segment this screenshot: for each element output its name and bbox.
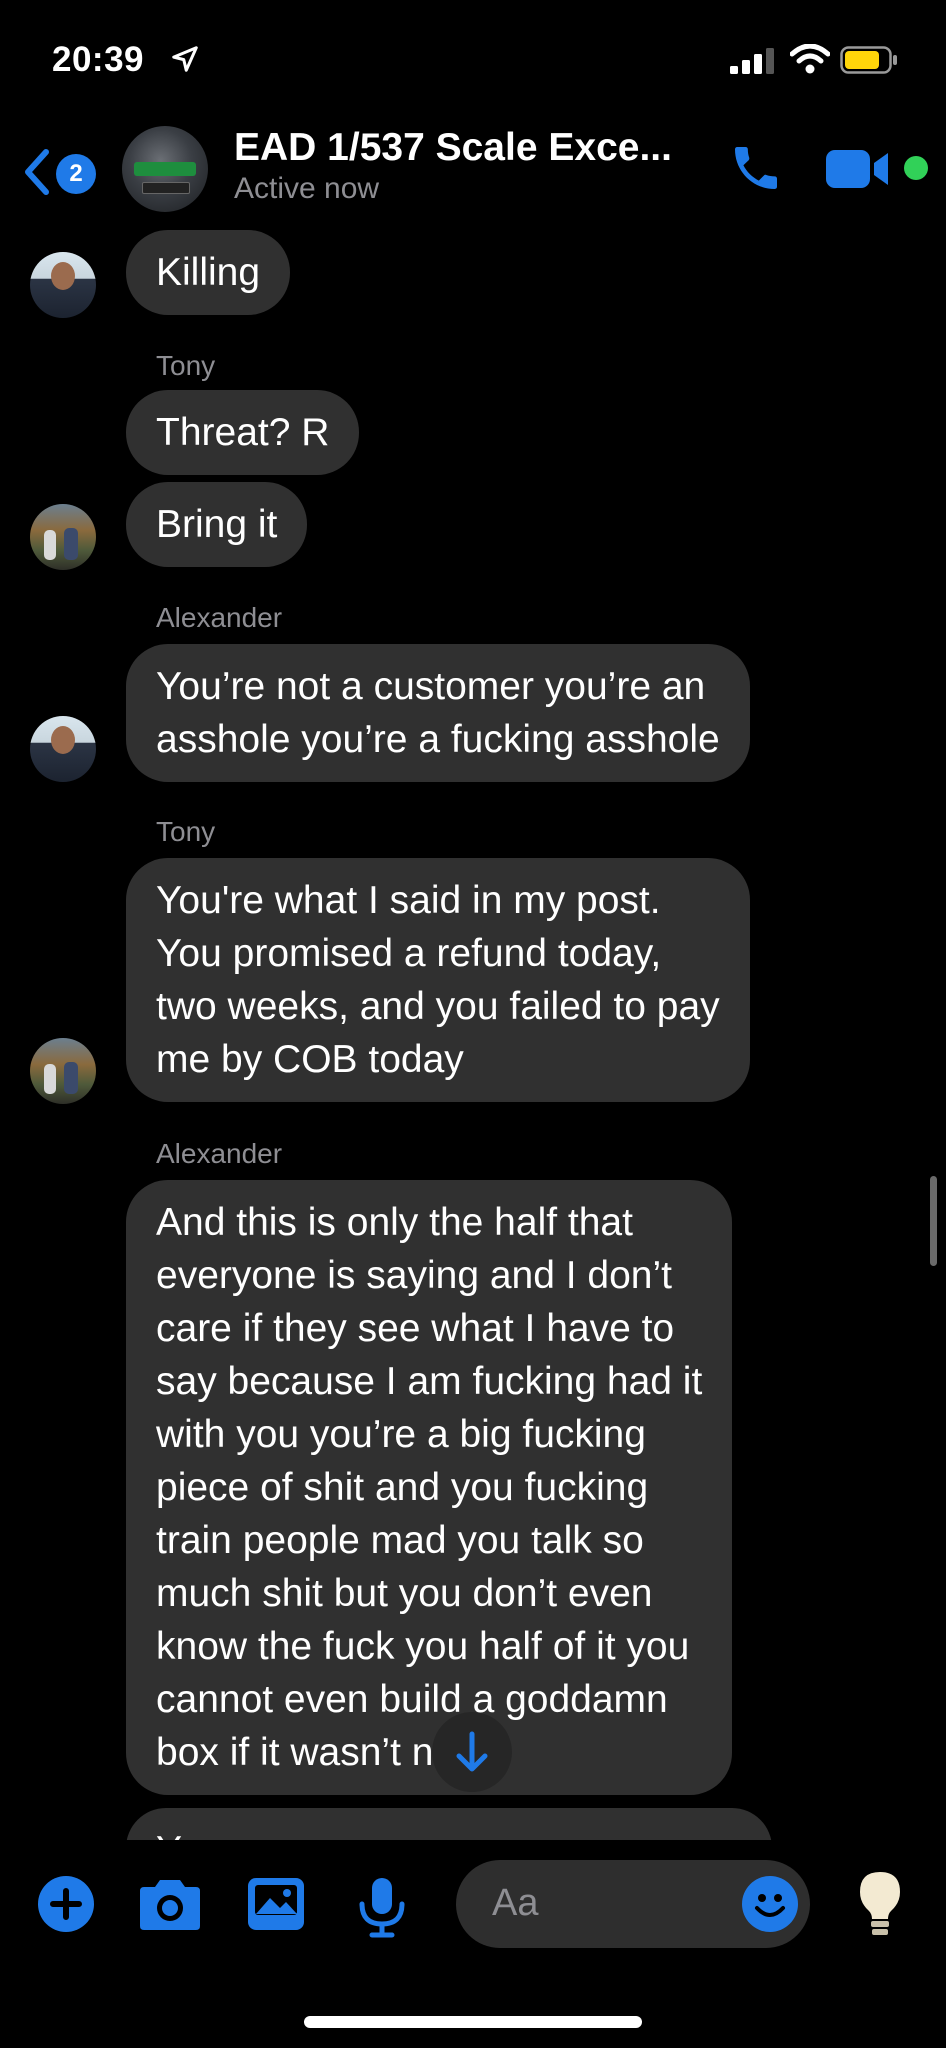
message-input-placeholder: Aa [492, 1882, 539, 1924]
camera-icon[interactable] [138, 1876, 202, 1932]
home-indicator[interactable] [304, 2016, 642, 2028]
avatar[interactable] [30, 504, 96, 570]
message-bubble[interactable]: And this is only the half that everyone … [126, 1180, 733, 1795]
plus-icon [50, 1888, 82, 1920]
status-time: 20:39 [52, 40, 145, 79]
video-call-icon[interactable] [826, 146, 894, 192]
cellular-signal-icon [730, 48, 774, 74]
chevron-left-icon [25, 149, 49, 195]
message-bubble[interactable]: Killing [126, 230, 291, 315]
message-composer: Aa [0, 1840, 946, 1970]
message-bubble[interactable]: Y [126, 1808, 772, 1840]
sender-name: Tony [156, 350, 216, 381]
scroll-to-bottom-button[interactable] [432, 1712, 512, 1792]
gallery-icon[interactable] [246, 1876, 306, 1932]
status-bar: 20:39 [0, 0, 946, 120]
avatar-decoration [142, 182, 190, 194]
lightbulb-icon[interactable] [856, 1870, 904, 1940]
unread-count-badge: 2 [56, 154, 96, 194]
microphone-icon[interactable] [354, 1876, 410, 1938]
active-status-text: Active now [234, 172, 380, 205]
sender-name: Alexander [156, 1138, 283, 1169]
message-list[interactable]: Killing Tony Threat? R Bring it Alexande… [0, 220, 946, 1840]
back-button[interactable]: 2 [20, 144, 100, 200]
smiley-icon [755, 1894, 785, 1917]
battery-icon [840, 46, 897, 74]
sender-name: Tony [156, 816, 216, 847]
emoji-button[interactable] [742, 1876, 798, 1932]
avatar[interactable] [30, 716, 96, 782]
chat-title[interactable]: EAD 1/537 Scale Exce... [234, 126, 672, 170]
message-input[interactable]: Aa [456, 1860, 810, 1948]
message-bubble[interactable]: Threat? R [126, 390, 360, 475]
more-actions-button[interactable] [38, 1876, 94, 1932]
message-bubble[interactable]: You're what I said in my post. You promi… [126, 858, 750, 1102]
phone-call-icon[interactable] [728, 140, 784, 196]
location-arrow-icon [172, 46, 198, 72]
avatar-decoration [134, 162, 196, 176]
scrollbar[interactable] [930, 1176, 937, 1266]
message-bubble[interactable]: You’re not a customer you’re an asshole … [126, 644, 750, 782]
active-status-dot [904, 156, 928, 180]
arrow-down-icon [456, 1731, 488, 1772]
sender-name: Alexander [156, 602, 283, 633]
avatar[interactable] [30, 1038, 96, 1104]
group-avatar[interactable] [122, 126, 208, 212]
wifi-icon [790, 44, 830, 74]
conversation-header: 2 EAD 1/537 Scale Exce... Active now [0, 120, 946, 220]
avatar[interactable] [30, 252, 96, 318]
message-bubble[interactable]: Bring it [126, 482, 308, 567]
